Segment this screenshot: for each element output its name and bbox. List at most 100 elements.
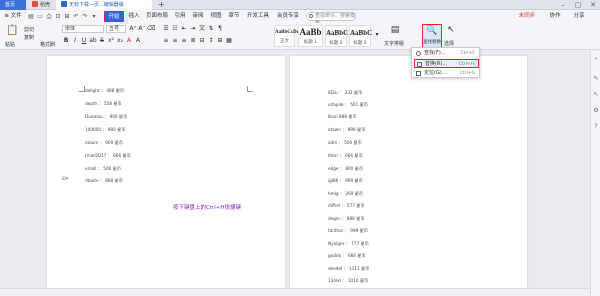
list-item: Nyolger ： 777 星币 [328,241,369,246]
bullet-list-icon[interactable]: ☰ [162,25,170,33]
strikethrough-icon[interactable]: S [98,37,106,45]
styles-more-icon[interactable]: ▾ [373,31,381,39]
font-color-icon[interactable]: A [125,37,133,45]
menu-bar: ≡ 文件 ▤ ▭ ⎙ ⊡ ⊞ ↶ ↷ ▾ 开始 插入 页面布局 引用 审阅 视图… [0,10,600,26]
shrink-font-icon[interactable]: A⁻ [138,25,146,33]
more-icon[interactable]: ▾ [90,11,98,22]
list-item: depth ： 558 星币 [85,101,122,106]
tab-docer[interactable]: 稻壳 [27,0,55,10]
menu-item-find[interactable]: 查找(F)... Ctrl+F [414,49,479,58]
tab-start[interactable]: 开始 [104,11,124,22]
find-replace-icon: 🔍 [426,26,438,36]
print-icon[interactable]: ⎙ [45,11,53,22]
align-center-icon[interactable]: ≡ [171,37,179,45]
tab-review[interactable]: 审阅 [192,11,204,22]
unsync-button[interactable]: 未同步 [512,11,542,22]
menu-item-replace[interactable]: 替换(R)... Ctrl+H [414,59,479,68]
clear-format-icon[interactable]: ⌫ [147,25,155,33]
paste-icon[interactable]: 📋 [6,26,18,39]
show-marks-icon[interactable]: ¶ [216,25,224,33]
menu-item-goto[interactable]: 定位(G)... Ctrl+G [414,69,479,78]
save-icon[interactable]: ▤ [27,11,35,22]
select-cursor-icon[interactable]: ↖ [446,26,456,36]
style-normal[interactable]: AaBbCcDd 正文 [274,25,299,47]
redo-icon[interactable]: ↷ [81,11,89,22]
style-heading-3[interactable]: AaBbC 标题 3 [349,25,372,47]
property-icon[interactable]: ⚙ [592,107,600,115]
indent-icon[interactable]: ⇥ [189,25,197,33]
find-replace-button[interactable]: 🔍 查找替换 [422,24,442,49]
coop-button[interactable]: 协作 [544,11,566,22]
list-item: diffrel ： 577 星币 [328,203,365,208]
tab-document[interactable]: 无标下载—页...编辑器版 [56,0,152,10]
close-icon[interactable]: ✕ [586,0,600,10]
list-item: thorr ： 666 星币 [328,153,363,158]
cut-button[interactable]: 剪切 [24,26,34,33]
outdent-icon[interactable]: ⇤ [180,25,188,33]
select-pane-icon[interactable]: ↖ [592,91,600,99]
help-icon[interactable]: ? [592,123,600,131]
file-menu[interactable]: ≡ 文件 [3,11,23,22]
tab-member[interactable]: 会员专享 [276,11,300,22]
grow-font-icon[interactable]: A⁺ [129,25,137,33]
justify-icon[interactable]: ≣ [189,37,197,45]
list-item: vitapile ： 501 星币 [328,102,368,107]
select-button[interactable]: 选择 [444,40,454,47]
new-tab-button[interactable]: + [153,0,165,10]
list-item: edge ： 800 星币 [328,166,364,171]
distribute-icon[interactable]: ⊟ [198,37,206,45]
style-heading-2[interactable]: AaBbC 标题 2 [325,25,348,47]
font-size-select[interactable]: 五号 [106,25,126,33]
command-search[interactable]: 查找命令、搜索模板 [306,12,356,26]
style-label: 标题 2 [329,41,343,46]
print-preview-icon[interactable]: ⊡ [54,11,62,22]
borders-icon[interactable]: ⊞ [216,37,224,45]
italic-icon[interactable]: I [71,37,79,45]
document-page-2[interactable]: 8Diu ： 333 星币 vitapile ： 501 星币 8run 888… [290,56,527,296]
tab-bar: 首页 稻壳 无标下载—页...编辑器版 + – ▢ ✕ [0,0,600,10]
char-shading-icon[interactable]: A [134,37,142,45]
open-icon[interactable]: ▭ [36,11,44,22]
chinese-layout-icon[interactable]: 文 [198,25,206,33]
tab-page-layout[interactable]: 页面布局 [145,11,169,22]
tab-reference[interactable]: 引用 [174,11,186,22]
underline-icon[interactable]: U [80,37,88,45]
word-doc-icon [61,1,67,7]
tab-home[interactable]: 首页 [0,0,26,10]
font-name-select[interactable]: 宋体 [62,25,104,33]
share-button[interactable]: 分享 [568,11,590,22]
tab-developer[interactable]: 开发工具 [246,11,270,22]
bold-icon[interactable]: B [62,37,70,45]
minimize-icon[interactable]: – [556,0,570,10]
text-layout-button[interactable]: 文字排版 [384,40,404,47]
list-item: 100000 ： 900 星币 [85,127,126,132]
highlight-icon[interactable]: ab [89,37,97,45]
numbered-list-icon[interactable]: ☷ [171,25,179,33]
align-right-icon[interactable]: ≡ [180,37,188,45]
tab-view[interactable]: 视图 [210,11,222,22]
align-left-icon[interactable]: ≡ [162,37,170,45]
sidebar-toggle-icon[interactable]: ⌃ [592,57,600,65]
export-pdf-icon[interactable]: ⊞ [63,11,71,22]
document-page-1[interactable]: delight ： 488 星币 depth ： 558 星币 Duomou ：… [47,56,285,296]
sort-icon[interactable]: ⇅ [207,25,215,33]
tab-insert[interactable]: 插入 [128,11,140,22]
list-item: delight ： 488 星币 [85,88,125,93]
text-layout-icon[interactable]: ▤ [390,26,400,36]
tab-section[interactable]: 章节 [228,11,240,22]
copy-button[interactable]: 复制 [24,34,34,41]
paragraph-handle-icon[interactable]: ⊞▾ [61,175,69,183]
shading-icon[interactable]: ▦ [225,37,233,45]
ribbon: 📋 粘贴 剪切 复制 格式刷 宋体 五号 A⁺ A⁻ ⌫ B I U ab S … [0,23,600,50]
line-spacing-icon[interactable]: ↕ [207,37,215,45]
menu-item-hotkey: Ctrl+H [458,62,474,67]
list-item: godda ： 666 星币 [328,253,366,258]
style-heading-1[interactable]: AaBb 标题 1 [298,25,323,47]
style-pane-icon[interactable]: ✎ [592,75,600,83]
subscript-icon[interactable]: x₂ [116,37,124,45]
superscript-icon[interactable]: x² [107,37,115,45]
list-item: vmall ： 500 星币 [85,166,121,171]
format-painter-button[interactable]: 格式刷 [40,41,55,48]
maximize-icon[interactable]: ▢ [571,0,585,10]
undo-icon[interactable]: ↶ [72,11,80,22]
